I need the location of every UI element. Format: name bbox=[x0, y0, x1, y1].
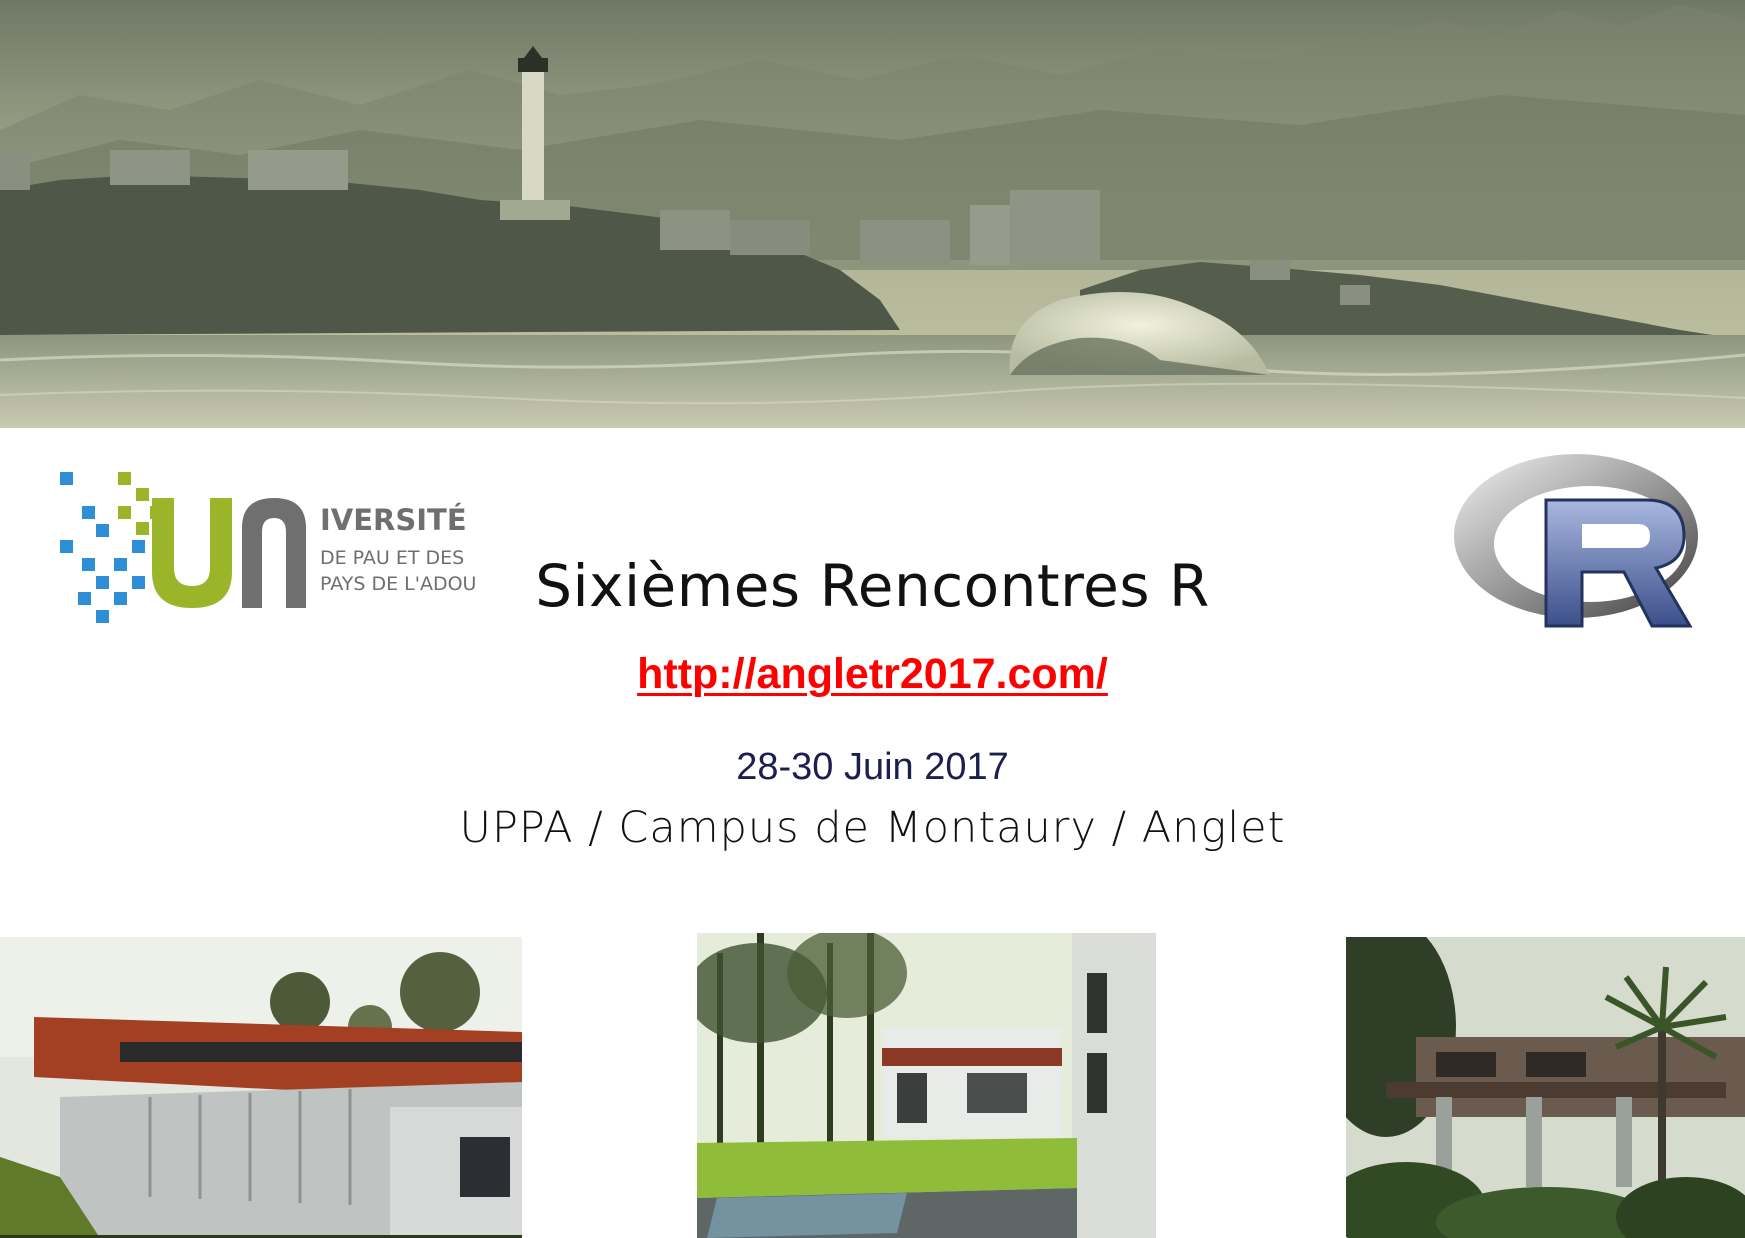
hero-banner-image bbox=[0, 0, 1745, 428]
event-website-link[interactable]: http://angletr2017.com/ bbox=[637, 650, 1108, 698]
university-logo-line1: IVERSITÉ bbox=[320, 503, 467, 537]
event-location: UPPA / Campus de Montaury / Anglet bbox=[459, 803, 1286, 853]
campus-photo-lawn-trees bbox=[697, 933, 1156, 1238]
r-language-logo: R bbox=[1450, 448, 1712, 652]
event-dates: 28-30 Juin 2017 bbox=[736, 746, 1009, 788]
campus-photo-pergola-palm bbox=[1346, 937, 1745, 1238]
event-link-container: http://angletr2017.com/ bbox=[0, 650, 1745, 699]
campus-photo-red-building bbox=[0, 937, 522, 1238]
event-title: Sixièmes Rencontres R bbox=[535, 552, 1210, 620]
r-logo-letter: R bbox=[1450, 448, 1451, 449]
